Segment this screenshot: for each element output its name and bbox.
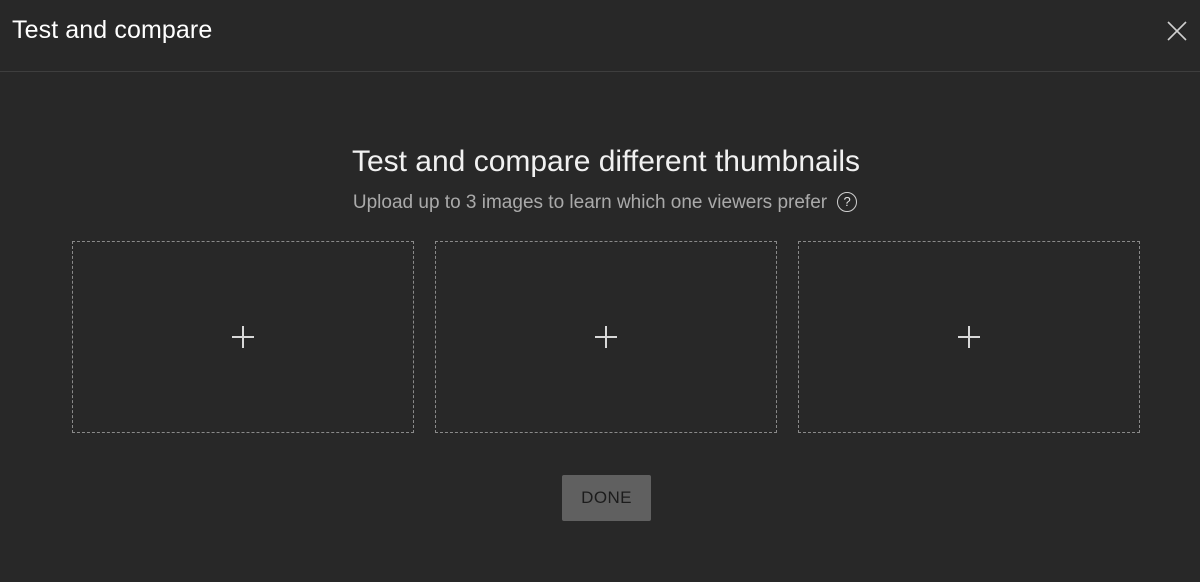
close-button[interactable] [1164,18,1190,44]
plus-icon [958,326,980,348]
main-heading: Test and compare different thumbnails [351,145,861,178]
subtitle-row: Upload up to 3 images to learn which one… [0,192,1200,214]
close-icon [1167,21,1187,41]
plus-icon [232,326,254,348]
thumbnail-upload-slot-1[interactable] [72,241,414,433]
subtitle-text: Upload up to 3 images to learn which one… [352,192,828,213]
plus-icon [595,326,617,348]
done-button[interactable]: DONE [562,475,651,521]
help-circle-icon[interactable]: ? [837,192,858,212]
test-and-compare-dialog: Test and compare Test and compare differ… [0,0,1200,582]
dialog-header: Test and compare [0,0,1200,72]
thumbnail-upload-slot-2[interactable] [435,241,777,433]
thumbnail-upload-slot-3[interactable] [798,241,1140,433]
dialog-title: Test and compare [12,16,213,44]
